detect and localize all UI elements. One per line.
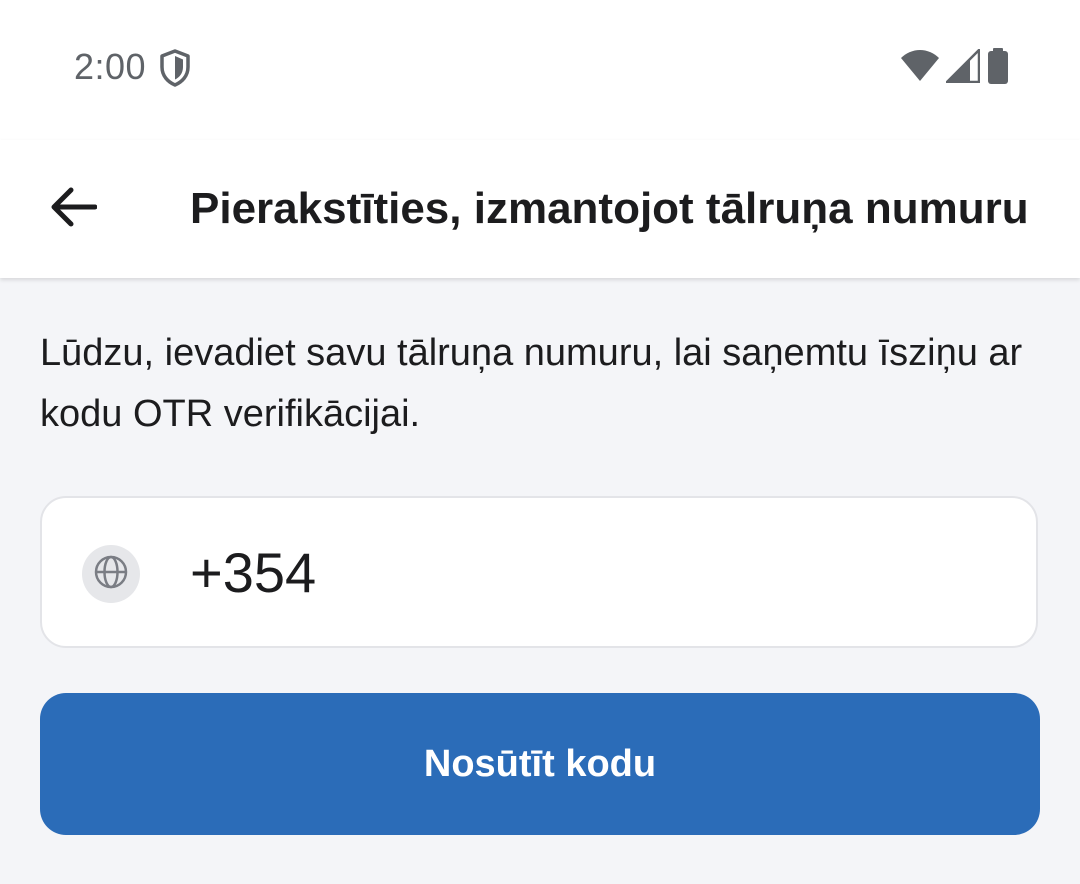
page-title: Pierakstīties, izmantojot tālruņa numuru [190,184,1029,233]
country-selector[interactable] [82,545,140,603]
arrow-left-icon [51,187,98,232]
status-time: 2:00 [74,46,147,87]
back-button[interactable] [40,175,108,243]
wifi-icon [900,49,940,88]
send-code-button[interactable]: Nosūtīt kodu [40,693,1040,835]
phone-number-field[interactable] [40,496,1038,648]
instructions-text: Lūdzu, ievadiet savu tālruņa numuru, lai… [40,332,1023,435]
battery-icon [986,47,1010,89]
globe-icon [93,554,129,595]
shield-icon [158,48,192,88]
status-icons [900,47,1010,89]
app-bar: Pierakstīties, izmantojot tālruņa numuru [0,140,1080,278]
signal-icon [945,48,981,88]
status-bar: 2:00 [0,0,1080,140]
phone-input[interactable] [190,538,970,608]
